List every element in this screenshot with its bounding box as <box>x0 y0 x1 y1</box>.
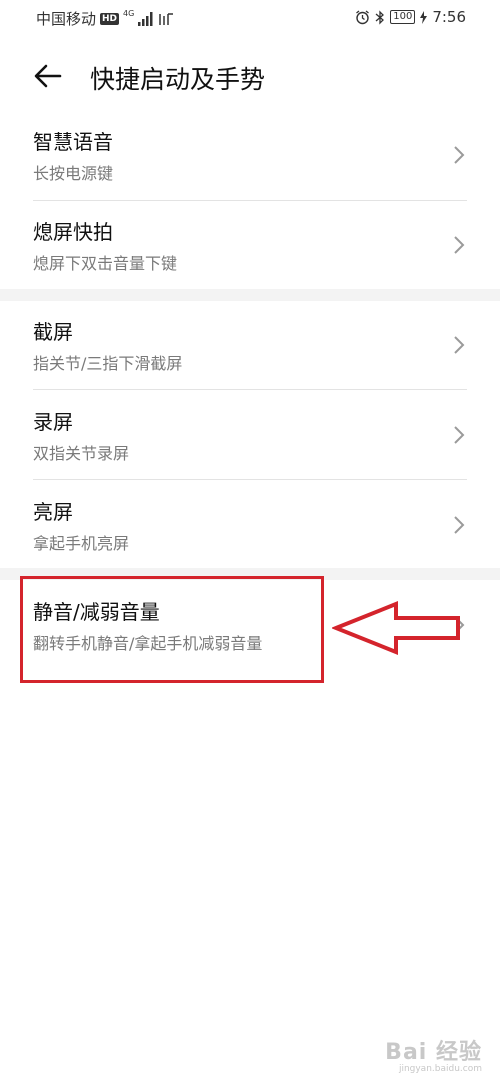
hd-icon: HD <box>100 12 120 25</box>
charging-icon <box>420 10 428 24</box>
back-arrow-icon[interactable] <box>30 58 66 94</box>
battery-icon: 100 <box>390 10 416 24</box>
chevron-right-icon <box>454 146 465 164</box>
item-description: 熄屏下双击音量下键 <box>33 254 178 273</box>
item-description: 双指关节录屏 <box>33 444 130 463</box>
carrier-label: 中国移动 <box>36 10 97 28</box>
chevron-right-icon <box>454 236 465 254</box>
page-title: 快捷启动及手势 <box>90 65 266 94</box>
item-label: 智慧语音 <box>33 130 113 154</box>
settings-item-lift-to-wake[interactable]: 亮屏 拿起手机亮屏 <box>0 480 500 570</box>
item-description: 拿起手机亮屏 <box>33 534 130 553</box>
page-header: 快捷启动及手势 <box>0 48 500 108</box>
settings-item-screenshot[interactable]: 截屏 指关节/三指下滑截屏 <box>0 300 500 390</box>
item-label: 截屏 <box>33 320 73 344</box>
settings-item-screen-record[interactable]: 录屏 双指关节录屏 <box>0 390 500 480</box>
watermark-logo: Bai 经验 <box>385 1040 482 1065</box>
highlight-box <box>20 576 324 683</box>
wifi-off-icon <box>159 12 174 25</box>
item-description: 长按电源键 <box>33 164 114 183</box>
chevron-right-icon <box>454 336 465 354</box>
item-label: 亮屏 <box>33 500 73 524</box>
status-left: 中国移动 HD 4G <box>36 8 174 29</box>
status-right: 100 7:56 <box>355 8 466 26</box>
chevron-right-icon <box>454 516 465 534</box>
item-label: 熄屏快拍 <box>33 220 113 244</box>
alarm-icon <box>356 9 370 24</box>
signal-icon <box>138 11 153 26</box>
clock-label: 7:56 <box>432 8 466 26</box>
watermark-url: jingyan.baidu.com <box>398 1064 482 1074</box>
item-label: 录屏 <box>33 410 73 434</box>
annotation-arrow-icon <box>332 601 460 655</box>
bluetooth-icon <box>375 9 385 25</box>
item-description: 指关节/三指下滑截屏 <box>33 354 183 373</box>
watermark: Bai 经验 jingyan.baidu.com <box>385 1034 482 1074</box>
network-type-label: 4G <box>123 8 135 18</box>
settings-item-screen-off-snapshot[interactable]: 熄屏快拍 熄屏下双击音量下键 <box>0 200 500 290</box>
status-bar: 中国移动 HD 4G 100 7:56 <box>0 0 500 36</box>
settings-item-smart-voice[interactable]: 智慧语音 长按电源键 <box>0 110 500 200</box>
chevron-right-icon <box>454 426 465 444</box>
